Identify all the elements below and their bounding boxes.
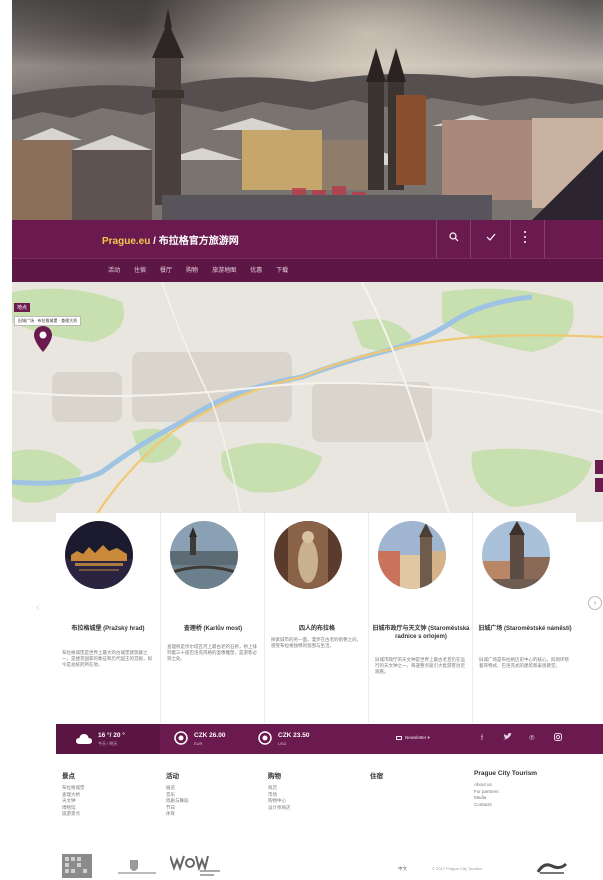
footer-column-sights: 景点 布拉格城堡 查理大桥 天文钟 博物馆 旅游景点 (62, 770, 85, 818)
partner-logo-wow[interactable] (169, 852, 226, 880)
weather-label: 今天 / 明天 (98, 741, 118, 746)
carousel-prev-button[interactable]: ‹ (36, 600, 40, 614)
header-divider (510, 220, 511, 258)
site-logo[interactable]: Prague.eu / 布拉格官方旅游网 (102, 232, 239, 247)
footer-link[interactable]: 体育 (166, 811, 189, 818)
attraction-card[interactable]: 旧城市政厅与天文钟 (Staroměstská radnice s orloje… (368, 513, 472, 723)
mail-icon (396, 735, 402, 740)
attraction-title[interactable]: 四人的布拉格 (268, 625, 366, 633)
twitter-icon[interactable] (501, 733, 513, 745)
eur-rate-value: CZK 26.00 (194, 732, 226, 739)
attraction-photo (65, 521, 133, 589)
attraction-title[interactable]: 查理桥 (Karlův most) (164, 625, 262, 633)
footer-heading: 购物 (268, 773, 281, 780)
attraction-description: 旧城广场是布拉格历史中心的核心，四周环绕着哥特式、巴洛克式的建筑和泰恩教堂。 (479, 657, 569, 668)
nav-item-offers[interactable]: 优惠 (250, 265, 262, 274)
header-divider (470, 220, 471, 258)
footer-column-events: 活动 展览 音乐 戏剧与舞蹈 节日 体育 (166, 770, 189, 818)
carousel-next-button[interactable]: › (588, 596, 602, 610)
cloud-icon (76, 732, 92, 750)
attraction-description: 查理桥是伏尔塔瓦河上最古老的石桥，桥上排列着三十座巴洛克风格的圣像雕塑，是游客必… (167, 644, 257, 661)
partner-logo-czech[interactable] (536, 860, 568, 880)
attraction-photo (170, 521, 238, 589)
usd-rate-label: USD (278, 741, 287, 746)
attraction-description: 探索城市的另一面，漫步在古老的街巷之间，感受布拉格独特的氛围与生活。 (271, 637, 361, 648)
more-icon[interactable] (516, 230, 534, 248)
footer-link[interactable]: 布拉格城堡 (62, 785, 85, 792)
header-divider (544, 220, 545, 258)
attraction-description: 旧城市政厅的天文钟是世界上最古老且仍在运行的天文钟之一，每逢整点吸引大批游客驻足… (375, 657, 465, 674)
footer-heading: 景点 (62, 773, 75, 780)
logo-brand: Prague.eu (102, 236, 151, 247)
facebook-icon[interactable]: f (476, 733, 488, 745)
attraction-photo (378, 521, 446, 589)
footer-heading: 活动 (166, 773, 179, 780)
map-popup-label: 旧城广场 · 布拉格城堡 · 查理大桥 (14, 316, 82, 326)
exchange-rate-eur[interactable]: CZK 26.00 EUR (160, 724, 250, 754)
partner-logo-prague[interactable] (62, 854, 92, 880)
nav-item-accommodation[interactable]: 住宿 (134, 265, 146, 274)
eur-rate-label: EUR (194, 741, 203, 746)
hero-image (12, 0, 603, 220)
map-category-tag[interactable]: 地点 (14, 303, 31, 312)
weather-widget[interactable]: 16 °/ 20 ° 今天 / 明天 (56, 724, 160, 754)
attraction-card[interactable]: 布拉格城堡 (Pražský hrad) 布拉格城堡是世界上最大的古城堡建筑群之… (56, 513, 160, 723)
footer-heading: 住宿 (370, 773, 383, 780)
newsletter-label: Newsletter ▾ (405, 735, 430, 740)
attraction-photo (274, 521, 342, 589)
logo-subtitle: / 布拉格官方旅游网 (153, 236, 239, 247)
footer-link[interactable]: 旅游景点 (62, 811, 85, 818)
attraction-title[interactable]: 旧城广场 (Staroměstské náměstí) (476, 625, 574, 633)
attraction-title[interactable]: 布拉格城堡 (Pražský hrad) (59, 625, 157, 633)
header-divider (436, 220, 437, 258)
footer-heading: Prague City Tourism (474, 770, 538, 777)
search-icon[interactable] (445, 230, 463, 248)
language-switcher[interactable]: 中文 (398, 866, 407, 872)
prague-skyline-illustration (12, 8, 603, 220)
info-bar: 16 °/ 20 ° 今天 / 明天 CZK 26.00 EUR CZK 23.… (56, 724, 603, 754)
footer-link[interactable]: 戏剧与舞蹈 (166, 798, 189, 805)
nav-item-restaurants[interactable]: 餐厅 (160, 265, 172, 274)
site-header: Prague.eu / 布拉格官方旅游网 (12, 220, 603, 258)
nav-item-map[interactable]: 旅游地图 (212, 265, 236, 274)
footer-column-accommodation: 住宿 (370, 770, 383, 785)
weather-temperature: 16 °/ 20 ° (98, 732, 125, 739)
partner-logo-crest[interactable] (118, 858, 156, 880)
attraction-card[interactable]: 旧城广场 (Staroměstské náměstí) 旧城广场是布拉格历史中心… (472, 513, 576, 723)
zoom-out-button[interactable] (595, 478, 603, 492)
attraction-card[interactable]: 四人的布拉格 探索城市的另一面，漫步在古老的街巷之间，感受布拉格独特的氛围与生活… (264, 513, 368, 723)
attraction-description: 布拉格城堡是世界上最大的古城堡建筑群之一，是捷克国家的象征和历代国王的宫殿，如今… (62, 650, 152, 667)
footer-column-shopping: 购物 商店 市场 购物中心 设计师商店 (268, 770, 291, 811)
coin-icon (174, 731, 188, 750)
exchange-rate-usd[interactable]: CZK 23.50 USD (250, 724, 340, 754)
instagram-icon[interactable] (552, 733, 564, 745)
attraction-title[interactable]: 旧城市政厅与天文钟 (Staroměstská radnice s orloje… (372, 625, 470, 641)
check-icon[interactable] (482, 230, 500, 248)
footer-link[interactable]: Contacts (474, 802, 537, 809)
nav-item-events[interactable]: 活动 (108, 265, 120, 274)
main-nav: 活动 住宿 餐厅 购物 旅游地图 优惠 下载 (12, 258, 603, 282)
copyright-text: © 2017 Prague City Tourism (432, 866, 483, 871)
nav-item-shopping[interactable]: 购物 (186, 265, 198, 274)
usd-rate-value: CZK 23.50 (278, 732, 310, 739)
attraction-photo (482, 521, 550, 589)
pinterest-icon[interactable]: ℗ (526, 733, 538, 745)
footer-link[interactable]: 设计师商店 (268, 805, 291, 812)
map-canvas (12, 282, 603, 522)
zoom-in-button[interactable] (595, 460, 603, 474)
nav-item-downloads[interactable]: 下载 (276, 265, 288, 274)
city-map[interactable]: 地点 旧城广场 · 布拉格城堡 · 查理大桥 (12, 282, 603, 522)
coin-icon (258, 731, 272, 750)
footer-column-about: Prague City Tourism About us For partner… (474, 770, 537, 808)
attraction-card[interactable]: 查理桥 (Karlův most) 查理桥是伏尔塔瓦河上最古老的石桥，桥上排列着… (160, 513, 264, 723)
newsletter-dropdown[interactable]: Newsletter ▾ (396, 735, 430, 741)
attractions-carousel: 布拉格城堡 (Pražský hrad) 布拉格城堡是世界上最大的古城堡建筑群之… (56, 513, 600, 723)
